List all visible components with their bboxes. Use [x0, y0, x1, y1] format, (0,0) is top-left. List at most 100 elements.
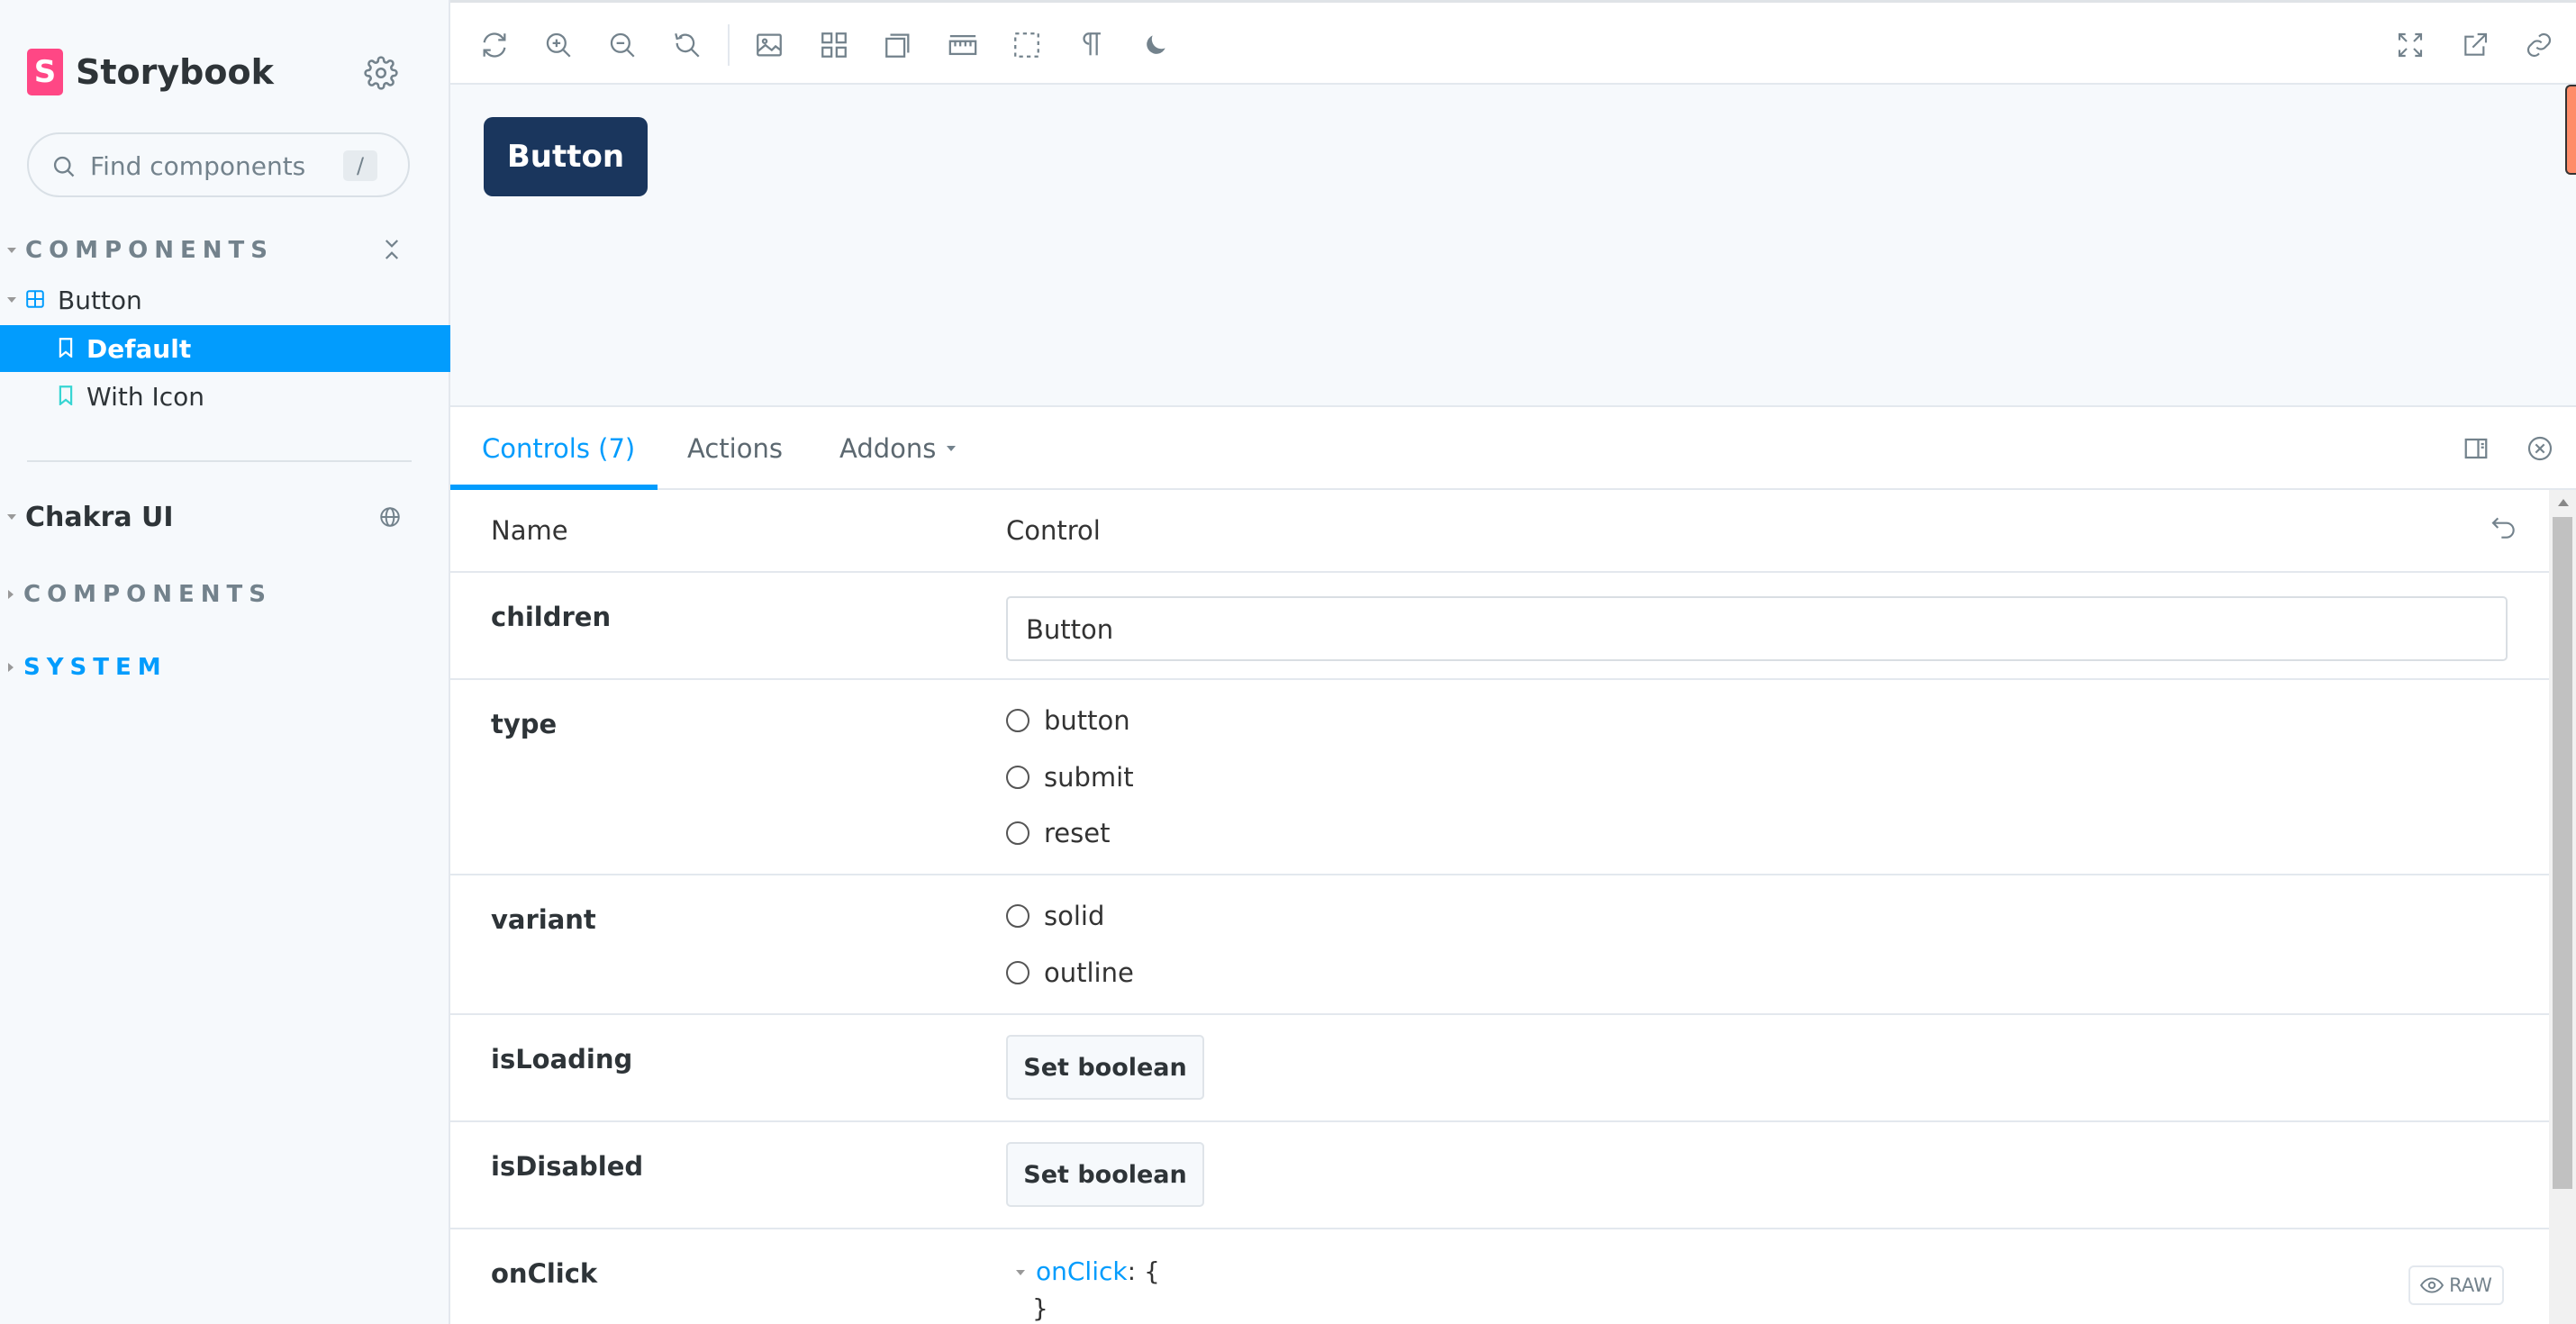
scroll-up-arrow-icon[interactable] [2558, 499, 2569, 506]
bookmark-icon [58, 334, 74, 364]
tree-item-story-default[interactable]: Default [0, 325, 450, 372]
prop-name: isDisabled [491, 1151, 644, 1182]
canvas-scroll-indicator [2565, 85, 2576, 175]
grid-icon[interactable] [817, 28, 851, 62]
caret-down-icon[interactable] [1016, 1270, 1025, 1275]
eye-icon [2420, 1277, 2444, 1293]
vertical-scrollbar[interactable] [2549, 490, 2576, 1324]
close-panel-icon[interactable] [2524, 432, 2556, 465]
children-textarea[interactable]: Button [1006, 596, 2508, 661]
measure-icon[interactable] [946, 28, 980, 62]
viewport-icon[interactable] [881, 28, 915, 62]
control-row-children: children Button [450, 573, 2549, 680]
controls-table-header: Name Control [450, 490, 2549, 573]
set-boolean-button[interactable]: Set boolean [1006, 1035, 1204, 1100]
search-box[interactable]: / [27, 132, 410, 197]
caret-down-icon [7, 297, 16, 303]
sidebar: S Storybook / COMPONENTS Button Default … [0, 0, 450, 1324]
radio-circle[interactable] [1006, 821, 1029, 845]
tab-actions[interactable]: Actions [687, 407, 783, 490]
remount-icon[interactable] [477, 28, 512, 62]
prop-name: type [491, 709, 558, 739]
scrollbar-thumb[interactable] [2553, 517, 2572, 1189]
story-canvas: Button [450, 85, 2576, 407]
json-object-editor[interactable]: onClick: { } [1016, 1256, 1160, 1323]
settings-gear-icon[interactable] [364, 56, 398, 90]
zoom-out-icon[interactable] [605, 28, 639, 62]
storybook-logo-icon: S [27, 49, 63, 95]
ref-system-section-header[interactable]: SYSTEM [0, 649, 168, 685]
section-label: COMPONENTS [23, 581, 272, 608]
radio-label: solid [1044, 901, 1105, 931]
sidebar-divider [27, 460, 412, 462]
search-input[interactable] [90, 149, 342, 183]
preview-toolbar [450, 0, 2576, 85]
prop-name: variant [491, 904, 596, 935]
tree-item-label: Default [86, 333, 192, 364]
globe-icon[interactable] [378, 505, 402, 529]
raw-label: RAW [2449, 1274, 2492, 1296]
control-row-onclick: onClick onClick: { } RAW [450, 1229, 2549, 1324]
main-area: Button Controls (7) Actions Addons Name … [450, 0, 2576, 1324]
prop-name: children [491, 602, 612, 632]
section-label: COMPONENTS [25, 237, 274, 264]
search-icon [53, 156, 75, 177]
header-control: Control [1006, 515, 1101, 546]
collapse-all-icon[interactable] [378, 236, 405, 263]
brand-name: Storybook [76, 52, 274, 92]
background-icon[interactable] [752, 28, 786, 62]
tab-controls[interactable]: Controls (7) [482, 407, 635, 490]
tree-item-label: With Icon [86, 381, 205, 412]
open-new-tab-icon[interactable] [2458, 28, 2492, 62]
panel-orientation-icon[interactable] [2460, 432, 2492, 465]
tab-addons[interactable]: Addons [839, 407, 957, 490]
control-row-isdisabled: isDisabled Set boolean [450, 1122, 2549, 1229]
radio-circle[interactable] [1006, 961, 1029, 984]
prop-name: isLoading [491, 1044, 633, 1075]
radio-type-reset[interactable]: reset [1006, 815, 1110, 851]
tab-label: Addons [839, 433, 937, 464]
zoom-in-icon[interactable] [541, 28, 576, 62]
tab-label: Actions [687, 433, 783, 464]
fullscreen-icon[interactable] [2393, 28, 2427, 62]
radio-circle[interactable] [1006, 904, 1029, 928]
outline-icon[interactable] [1010, 28, 1044, 62]
radio-circle[interactable] [1006, 709, 1029, 732]
radio-type-button[interactable]: button [1006, 703, 1130, 739]
json-open: : { [1127, 1256, 1160, 1286]
ref-components-section-header[interactable]: COMPONENTS [0, 576, 272, 612]
copy-link-icon[interactable] [2522, 28, 2556, 62]
toolbar-separator [728, 24, 730, 66]
addons-panel: Controls (7) Actions Addons Name Control [450, 407, 2576, 1324]
header-name: Name [491, 515, 568, 546]
json-line: onClick: { [1016, 1256, 1160, 1286]
components-section-header[interactable]: COMPONENTS [0, 232, 274, 268]
undo-icon[interactable] [2490, 513, 2520, 544]
radio-label: reset [1044, 818, 1111, 848]
bookmark-icon [58, 382, 74, 412]
set-boolean-button[interactable]: Set boolean [1006, 1142, 1204, 1207]
control-row-type: type button submit reset [450, 680, 2549, 875]
radio-label: submit [1044, 762, 1134, 793]
tab-label: Controls (7) [482, 433, 636, 464]
tree-item-story-with-icon[interactable]: With Icon [0, 373, 450, 420]
zoom-reset-icon[interactable] [670, 28, 704, 62]
radio-variant-solid[interactable]: solid [1006, 898, 1104, 934]
dark-mode-icon[interactable] [1138, 28, 1173, 62]
brand[interactable]: S Storybook [27, 47, 274, 97]
radio-label: outline [1044, 957, 1134, 988]
radio-circle[interactable] [1006, 766, 1029, 789]
radio-type-submit[interactable]: submit [1006, 759, 1134, 795]
prop-name: onClick [491, 1258, 598, 1289]
section-label: SYSTEM [23, 654, 168, 681]
radio-label: button [1044, 705, 1130, 736]
tree-item-button-component[interactable]: Button [0, 277, 450, 323]
control-row-variant: variant solid outline [450, 875, 2549, 1015]
text-direction-icon[interactable] [1075, 28, 1109, 62]
ref-chakra-ui[interactable]: Chakra UI [0, 499, 174, 535]
preview-button[interactable]: Button [484, 117, 648, 196]
radio-variant-outline[interactable]: outline [1006, 955, 1134, 991]
tree-item-label: Button [58, 285, 142, 315]
raw-toggle-button[interactable]: RAW [2408, 1265, 2504, 1305]
search-shortcut-badge: / [343, 150, 377, 181]
